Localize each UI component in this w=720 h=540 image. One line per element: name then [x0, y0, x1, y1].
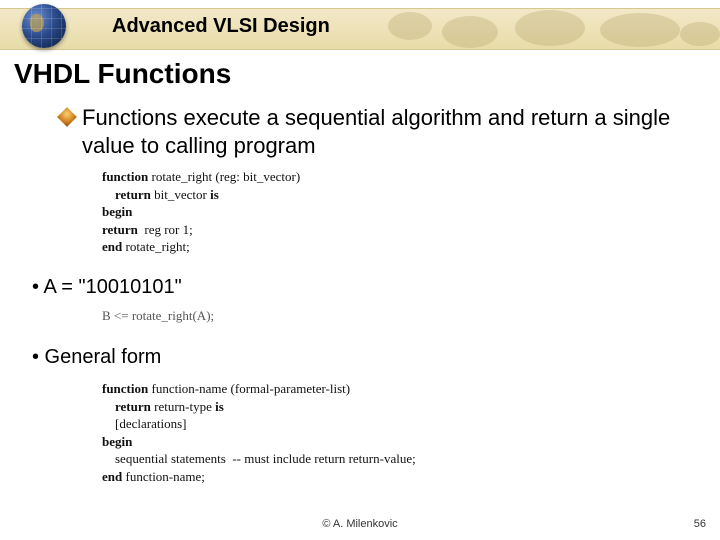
code-example: function rotate_right (reg: bit_vector) … [102, 168, 300, 256]
main-bullet-text: Functions execute a sequential algorithm… [82, 104, 682, 159]
main-bullet: Functions execute a sequential algorithm… [60, 104, 682, 159]
page-number: 56 [694, 518, 706, 530]
footer-copyright: © A. Milenkovic [0, 518, 720, 530]
diamond-bullet-icon [57, 107, 77, 127]
sub-bullet-general: • General form [32, 346, 161, 369]
course-title: Advanced VLSI Design [112, 15, 330, 38]
world-map-decor [380, 8, 720, 50]
slide-title: VHDL Functions [14, 58, 231, 90]
sub-bullet-a: • A = "10010101" [32, 276, 182, 299]
call-line: B <= rotate_right(A); [102, 308, 214, 324]
general-form-code: function function-name (formal-parameter… [102, 380, 416, 485]
globe-icon [22, 4, 66, 48]
